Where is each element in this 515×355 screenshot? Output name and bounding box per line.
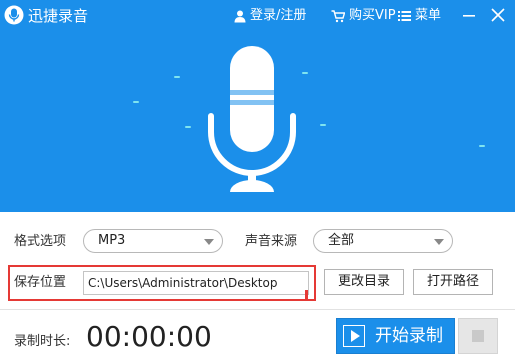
highlight-frame	[8, 265, 316, 301]
change-directory-button[interactable]: 更改目录	[324, 269, 404, 295]
chevron-down-icon	[204, 239, 214, 245]
duration-value: 00:00:00	[86, 320, 212, 353]
buy-vip-button[interactable]: 购买VIP	[331, 8, 396, 24]
decor-dash	[320, 124, 326, 126]
open-path-button[interactable]: 打开路径	[413, 269, 493, 295]
source-label: 声音来源	[245, 234, 298, 249]
header-banner: 迅捷录音 登录/注册 购买VIP 菜单	[0, 0, 515, 212]
stop-icon	[472, 330, 484, 342]
duration-label: 录制时长:	[14, 334, 71, 349]
menu-button[interactable]: 菜单	[398, 8, 441, 24]
decor-dash	[479, 145, 485, 147]
format-select-value: MP3	[98, 233, 126, 248]
stop-button[interactable]	[458, 318, 498, 354]
microphone-illustration	[208, 46, 296, 192]
title-bar: 迅捷录音 登录/注册 购买VIP 菜单	[0, 0, 515, 32]
login-register-label: 登录/注册	[250, 8, 307, 23]
divider	[0, 309, 515, 310]
start-recording-label: 开始录制	[375, 326, 443, 346]
login-register-button[interactable]: 登录/注册	[234, 8, 306, 24]
decor-dash	[185, 126, 191, 128]
format-select[interactable]: MP3	[83, 229, 223, 253]
play-icon	[343, 325, 365, 347]
buy-vip-label: 购买VIP	[349, 8, 396, 23]
decor-dash	[133, 101, 139, 103]
cart-icon	[331, 9, 345, 22]
format-label: 格式选项	[14, 234, 67, 249]
highlight-marker	[305, 290, 308, 299]
source-select[interactable]: 全部	[313, 229, 453, 253]
user-icon	[234, 10, 246, 22]
chevron-down-icon	[434, 239, 444, 245]
microphone-logo-icon	[4, 5, 24, 25]
minimize-icon[interactable]	[459, 4, 479, 26]
menu-label: 菜单	[415, 8, 442, 23]
app-window: 迅捷录音 登录/注册 购买VIP 菜单 格式选项 MP3 声音来源 全部 保存位…	[0, 0, 515, 355]
menu-icon	[398, 11, 411, 21]
app-title: 迅捷录音	[28, 7, 89, 25]
source-select-value: 全部	[328, 233, 355, 248]
decor-dash	[174, 76, 180, 78]
start-recording-button[interactable]: 开始录制	[336, 318, 455, 354]
close-icon[interactable]	[488, 4, 508, 26]
